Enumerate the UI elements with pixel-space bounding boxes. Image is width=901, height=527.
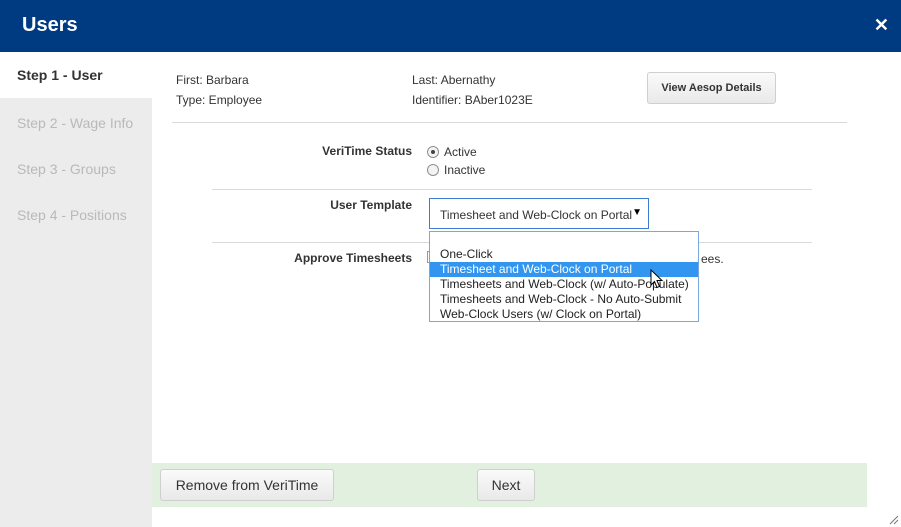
window-titlebar: Users ✕	[0, 0, 901, 52]
user-identifier: Identifier: BAber1023E	[412, 93, 533, 107]
step-wage-info[interactable]: Step 2 - Wage Info	[0, 100, 152, 146]
status-inactive-option[interactable]: Inactive	[427, 163, 485, 177]
veritime-status-label: VeriTime Status	[322, 144, 412, 158]
template-option[interactable]: Web-Clock Users (w/ Clock on Portal)	[430, 307, 698, 322]
status-divider	[212, 189, 812, 190]
radio-inactive[interactable]	[427, 164, 439, 176]
main-panel: First: Barbara Type: Employee Last: Aber…	[152, 52, 867, 527]
template-option[interactable]: One-Click	[430, 247, 698, 262]
remove-from-veritime-button[interactable]: Remove from VeriTime	[160, 469, 334, 501]
user-first-name: First: Barbara	[176, 73, 249, 87]
wizard-steps-sidebar: Step 1 - User Step 2 - Wage Info Step 3 …	[0, 52, 152, 527]
step-positions[interactable]: Step 4 - Positions	[0, 192, 152, 238]
user-last-name: Last: Abernathy	[412, 73, 496, 87]
header-divider	[172, 122, 847, 123]
wizard-footer: Remove from VeriTime Next	[152, 463, 867, 507]
window-title: Users	[22, 14, 78, 36]
resize-grip-icon[interactable]	[889, 515, 899, 525]
mouse-cursor-icon	[650, 269, 664, 289]
status-active-option[interactable]: Active	[427, 145, 477, 159]
user-template-label: User Template	[330, 198, 412, 212]
radio-active-label: Active	[444, 145, 477, 159]
user-type: Type: Employee	[176, 93, 263, 107]
step-user[interactable]: Step 1 - User	[0, 52, 152, 98]
view-aesop-details-button[interactable]: View Aesop Details	[647, 72, 776, 104]
template-option[interactable]: Timesheets and Web-Clock - No Auto-Submi…	[430, 292, 698, 307]
close-icon[interactable]: ✕	[874, 15, 889, 36]
user-template-value: Timesheet and Web-Clock on Portal	[440, 208, 633, 222]
chevron-down-icon: ▼	[632, 207, 642, 218]
radio-inactive-label: Inactive	[444, 163, 486, 177]
next-button[interactable]: Next	[477, 469, 535, 501]
step-groups[interactable]: Step 3 - Groups	[0, 146, 152, 192]
approve-timesheets-label: Approve Timesheets	[294, 251, 412, 265]
approve-timesheets-text: ees.	[701, 252, 724, 266]
radio-active[interactable]	[427, 146, 439, 158]
user-template-select[interactable]: Timesheet and Web-Clock on Portal ▼	[429, 198, 649, 229]
